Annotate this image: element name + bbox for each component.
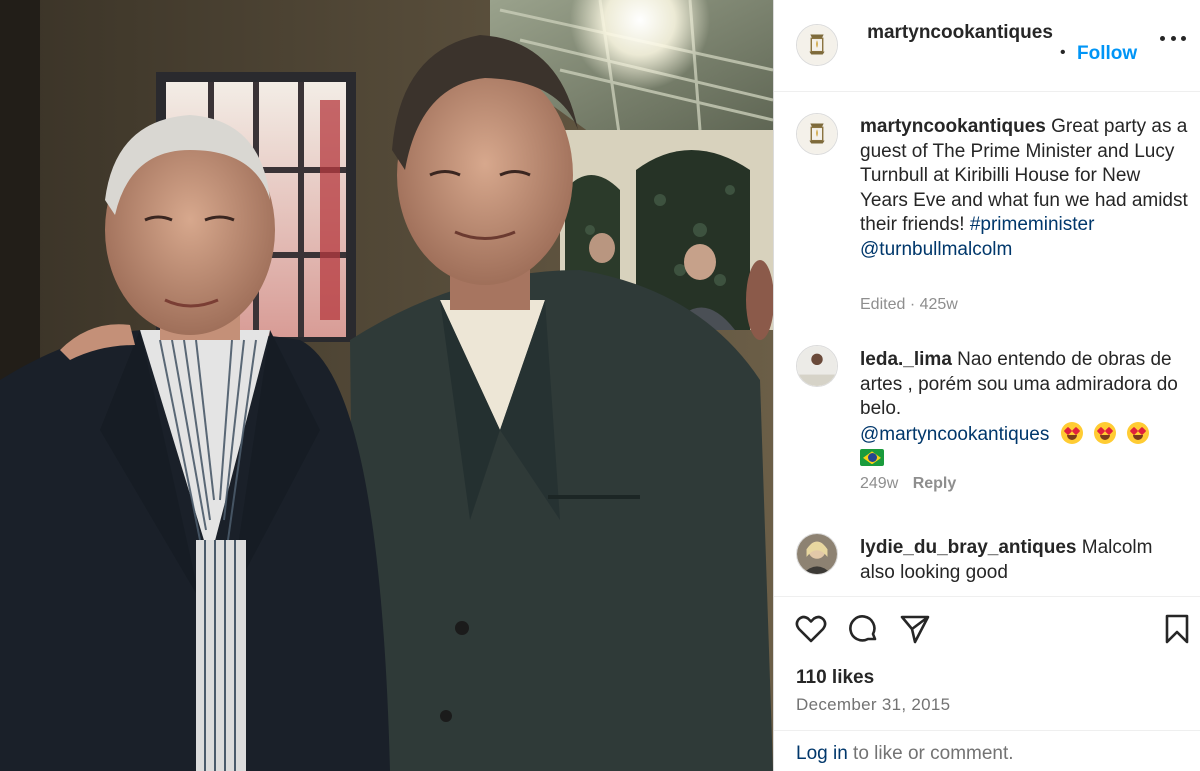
caption-avatar[interactable] xyxy=(796,113,838,155)
login-link[interactable]: Log in xyxy=(796,743,848,764)
caption-meta: Edited · 425w xyxy=(860,296,958,313)
comment-username[interactable]: leda._lima xyxy=(860,349,952,370)
reply-button[interactable]: Reply xyxy=(913,475,957,492)
comments-list[interactable]: martyncookantiques Great party as a gues… xyxy=(774,93,1200,596)
comment-meta: 249w Reply xyxy=(860,475,956,493)
divider xyxy=(774,596,1200,597)
login-prompt: Log in to like or comment. xyxy=(796,743,1014,765)
heart-eyes-emoji-icon xyxy=(1060,421,1083,444)
caption-text: martyncookantiques Great party as a gues… xyxy=(860,115,1190,263)
author-username[interactable]: martyncookantiques xyxy=(860,20,1060,45)
more-options-icon[interactable] xyxy=(1160,32,1186,44)
heart-eyes-emoji-icon xyxy=(1093,421,1116,444)
comment-time: 249w xyxy=(860,475,899,492)
post-date: December 31, 2015 xyxy=(796,695,951,714)
caption-hashtag[interactable]: #primeminister xyxy=(970,214,1095,235)
commenter-avatar[interactable] xyxy=(796,533,838,575)
lantern-logo-icon xyxy=(797,114,837,154)
instagram-post-view: martyncookantiques • Follow martyncookan… xyxy=(0,0,1200,771)
follow-button[interactable]: Follow xyxy=(1077,43,1137,65)
caption-mention[interactable]: @turnbullmalcolm xyxy=(860,239,1012,260)
commenter-avatar[interactable] xyxy=(796,345,838,387)
profile-photo-icon xyxy=(797,346,837,386)
login-prompt-text: to like or comment. xyxy=(847,743,1014,764)
post-photo-illustration xyxy=(0,0,773,771)
divider xyxy=(774,730,1200,731)
likes-count[interactable]: 110 likes xyxy=(796,667,874,689)
post-actions xyxy=(774,612,1200,648)
comment-username[interactable]: lydie_du_bray_antiques xyxy=(860,537,1076,558)
comment-mention[interactable]: @martyncookantiques xyxy=(860,424,1049,445)
heart-icon[interactable] xyxy=(794,612,828,646)
comment-text: lydie_du_bray_antiques Malcolm also look… xyxy=(860,536,1190,585)
caption-username[interactable]: martyncookantiques xyxy=(860,116,1046,137)
post-photo[interactable] xyxy=(0,0,773,771)
comment-text: leda._lima Nao entendo de obras de artes… xyxy=(860,348,1190,472)
author-avatar[interactable] xyxy=(796,24,838,66)
bookmark-icon[interactable] xyxy=(1160,612,1194,646)
lantern-logo-icon xyxy=(797,25,837,65)
separator-dot: • xyxy=(1060,44,1066,61)
comment-icon[interactable] xyxy=(846,612,880,646)
share-icon[interactable] xyxy=(898,612,932,646)
heart-eyes-emoji-icon xyxy=(1127,421,1150,444)
brazil-flag-emoji-icon xyxy=(860,449,884,467)
profile-photo-icon xyxy=(797,534,837,574)
post-side-panel: martyncookantiques • Follow martyncookan… xyxy=(773,0,1200,771)
post-header: martyncookantiques • Follow xyxy=(774,0,1200,92)
